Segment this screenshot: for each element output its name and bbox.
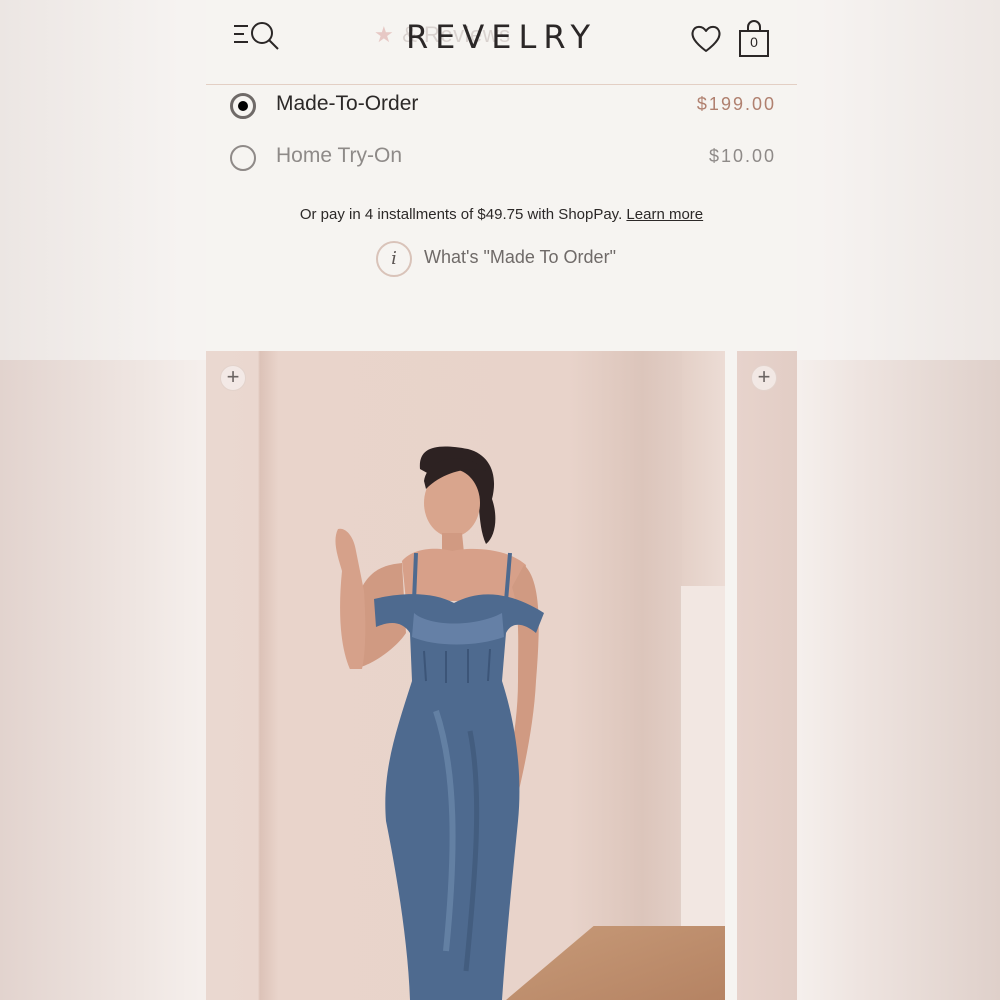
radio-unselected[interactable] (230, 145, 256, 171)
option-label: Made-To-Order (276, 92, 419, 115)
model-in-dress-illustration (335, 446, 544, 1000)
option-price: $10.00 (708, 146, 776, 166)
radio-selected[interactable] (230, 93, 256, 119)
product-photo[interactable]: + (206, 351, 725, 1000)
info-icon: i (376, 241, 412, 277)
installments-text: Or pay in 4 installments of $49.75 with … (299, 206, 623, 223)
cart-count: 0 (750, 34, 758, 50)
heart-icon[interactable] (690, 24, 722, 54)
site-header: ★ & Reviews REVELRY 0 (206, 0, 797, 85)
next-product-photo-peek[interactable]: + (737, 351, 797, 1000)
option-label: Home Try-On (276, 144, 403, 167)
zoom-icon[interactable]: + (220, 365, 246, 391)
shopping-bag-icon[interactable]: 0 (737, 20, 771, 58)
zoom-icon[interactable]: + (751, 365, 777, 391)
installments-note: Or pay in 4 installments of $49.75 with … (206, 206, 797, 223)
learn-more-link[interactable]: Learn more (626, 206, 703, 223)
option-home-try-on[interactable]: Home Try-On $10.00 (230, 140, 776, 180)
option-made-to-order[interactable]: Made-To-Order $199.00 (230, 88, 776, 128)
phone-screen: ★ & Reviews REVELRY 0 Made-To-Order $199.… (206, 0, 797, 1000)
made-to-order-link[interactable]: What's "Made To Order" (424, 247, 616, 268)
option-price: $199.00 (696, 94, 776, 114)
